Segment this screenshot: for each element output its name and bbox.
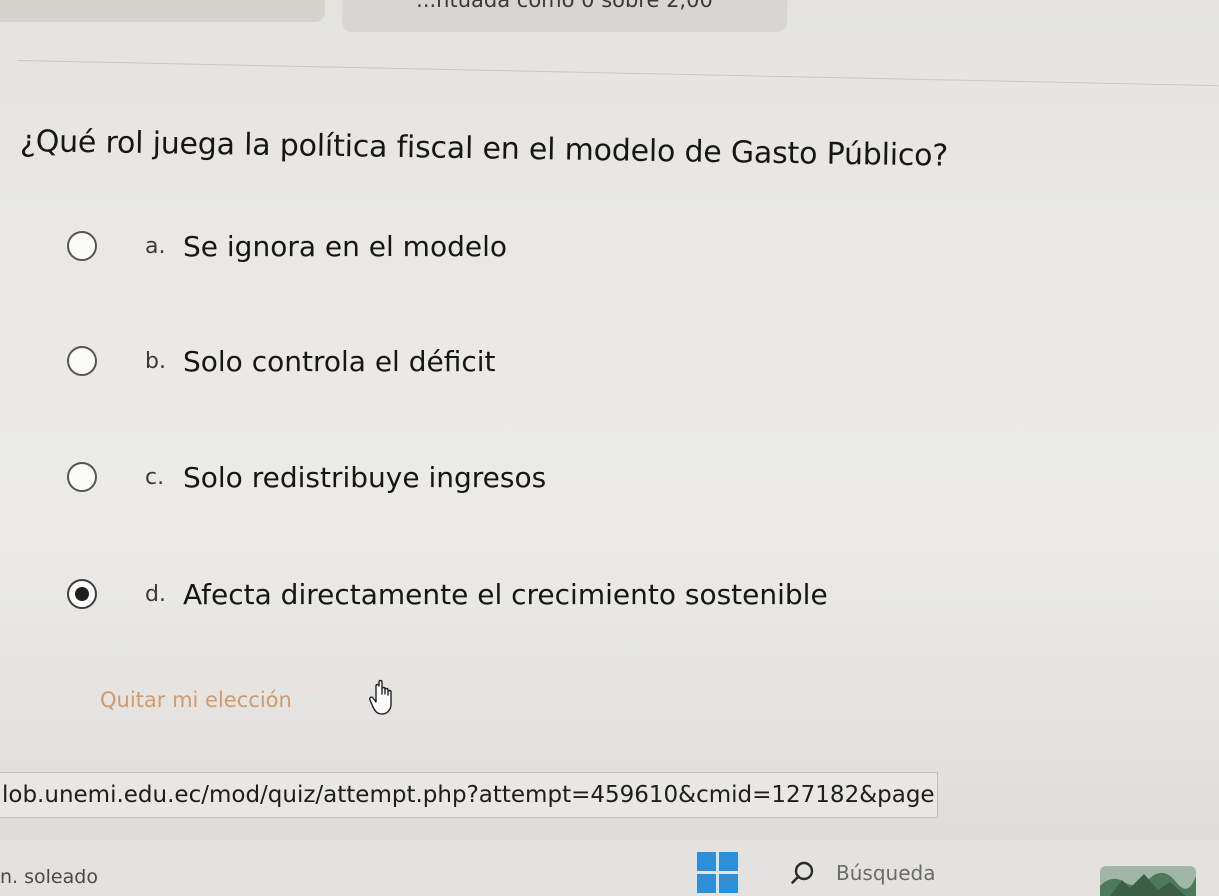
search-icon [791, 861, 814, 884]
search-label: Búsqueda [836, 861, 936, 885]
option-d[interactable]: d. Afecta directamente el crecimiento so… [67, 574, 828, 614]
previous-info-box [0, 0, 325, 22]
option-a[interactable]: a. Se ignora en el modelo [67, 226, 507, 266]
hand-pointer-icon [369, 679, 392, 715]
start-tile [697, 852, 716, 871]
option-letter-d: d. [145, 581, 166, 607]
radio-button-a[interactable] [67, 231, 97, 261]
start-tile [719, 852, 738, 871]
top-strip: ...ntuada como 0 sobre 2,00 [0, 0, 1219, 32]
radio-button-b[interactable] [67, 346, 97, 376]
option-c[interactable]: c. Solo redistribuye ingresos [67, 457, 546, 497]
question-text: ¿Qué rol juega la política fiscal en el … [19, 124, 949, 174]
option-letter-a: a. [145, 233, 166, 259]
option-text-d: Afecta directamente el crecimiento soste… [183, 577, 828, 611]
tray-landscape-icon[interactable] [1100, 856, 1196, 896]
divider [17, 60, 1218, 87]
radio-button-d[interactable] [67, 579, 97, 609]
windows-start-icon[interactable] [697, 852, 741, 896]
start-tile [719, 874, 738, 893]
option-b[interactable]: b. Solo controla el déficit [67, 341, 496, 381]
option-text-b: Solo controla el déficit [183, 344, 496, 378]
status-bar-url: lob.unemi.edu.ec/mod/quiz/attempt.php?at… [0, 772, 938, 818]
weather-text: n. soleado [0, 866, 98, 888]
option-letter-b: b. [145, 348, 166, 374]
start-tile [697, 874, 716, 893]
option-text-c: Solo redistribuye ingresos [183, 460, 547, 494]
taskbar-search[interactable]: Búsqueda [790, 856, 1040, 890]
radio-button-c[interactable] [67, 462, 97, 492]
grade-info-box: ...ntuada como 0 sobre 2,00 [342, 0, 787, 32]
option-text-a: Se ignora en el modelo [183, 229, 507, 263]
grade-info-text: ...ntuada como 0 sobre 2,00 [416, 0, 713, 12]
radio-selected-dot [75, 587, 89, 601]
remove-choice-link[interactable]: Quitar mi elección [100, 688, 292, 712]
option-letter-c: c. [145, 464, 165, 490]
